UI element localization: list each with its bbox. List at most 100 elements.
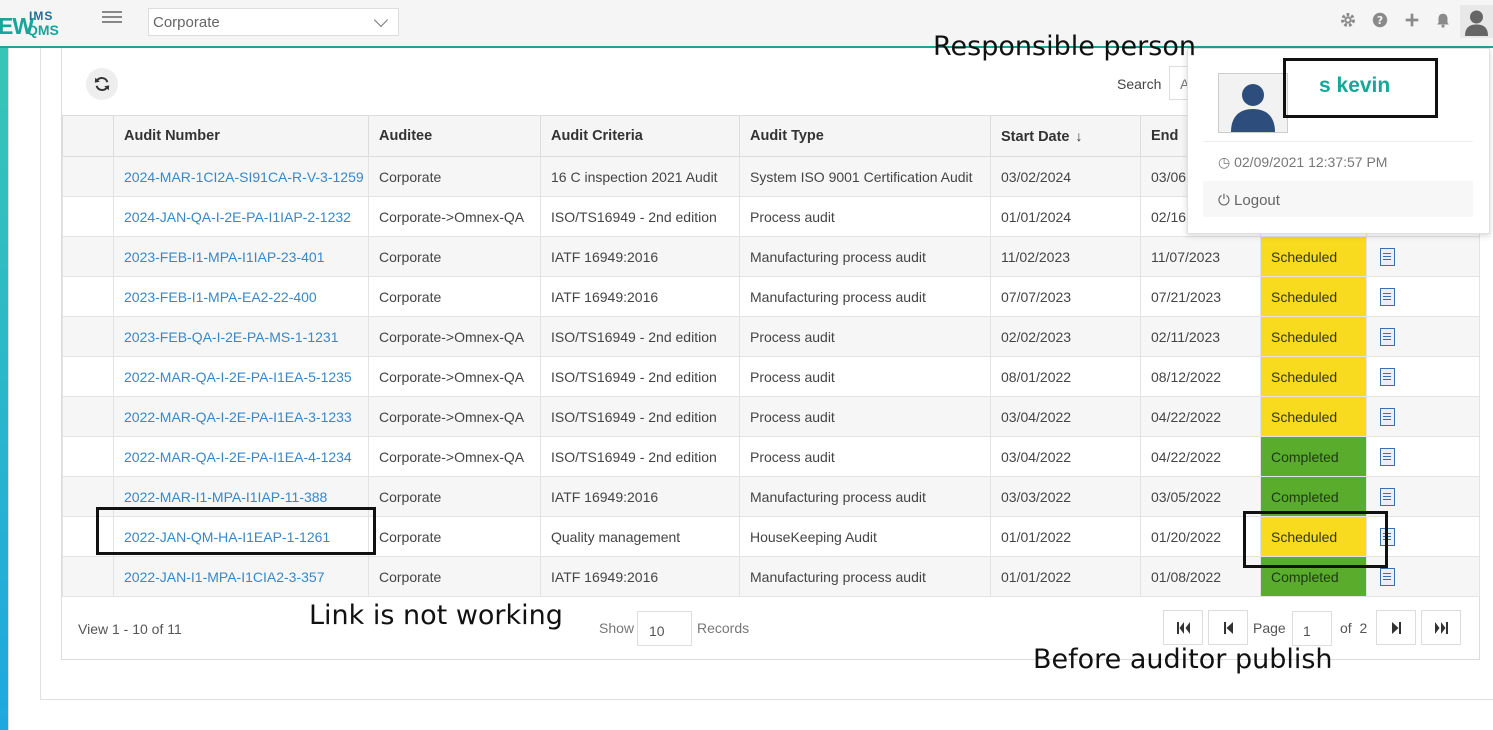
organization-select-value: Corporate bbox=[153, 14, 220, 31]
audit-type-cell: Manufacturing process audit bbox=[739, 476, 991, 517]
start-date-cell: 01/01/2022 bbox=[990, 556, 1141, 597]
audit-number-link[interactable]: 2022-JAN-I1-MPA-I1CIA2-3-357 bbox=[113, 556, 369, 597]
svg-text:?: ? bbox=[1377, 14, 1383, 27]
audit-number-link[interactable]: 2023-FEB-QA-I-2E-PA-MS-1-1231 bbox=[113, 316, 369, 357]
report-document-icon[interactable] bbox=[1380, 447, 1395, 466]
chevron-down-icon bbox=[373, 12, 389, 28]
audit-number-link[interactable]: 2022-MAR-QA-I-2E-PA-I1EA-5-1235 bbox=[113, 356, 369, 397]
organization-select[interactable]: Corporate bbox=[148, 8, 399, 36]
last-page-icon bbox=[1435, 622, 1448, 634]
first-page-button[interactable] bbox=[1163, 610, 1203, 645]
audit-criteria-cell: IATF 16949:2016 bbox=[540, 236, 740, 277]
annotation-box-link bbox=[96, 507, 376, 555]
actions-cell bbox=[1366, 436, 1480, 477]
end-date-cell: 04/22/2022 bbox=[1140, 436, 1261, 477]
page-label: Page bbox=[1253, 620, 1286, 636]
end-date-cell: 11/07/2023 bbox=[1140, 236, 1261, 277]
auditee-cell: Corporate bbox=[368, 236, 541, 277]
row-select-cell[interactable] bbox=[62, 396, 114, 437]
total-pages-label: of 2 bbox=[1340, 620, 1368, 636]
next-page-icon bbox=[1392, 622, 1401, 634]
end-date-cell: 07/21/2023 bbox=[1140, 276, 1261, 317]
next-page-button[interactable] bbox=[1376, 610, 1416, 645]
user-avatar-icon[interactable] bbox=[1460, 5, 1493, 38]
refresh-button[interactable] bbox=[86, 68, 118, 100]
report-document-icon[interactable] bbox=[1380, 407, 1395, 426]
audit-criteria-cell: ISO/TS16949 - 2nd edition bbox=[540, 316, 740, 357]
row-select-cell[interactable] bbox=[62, 236, 114, 277]
row-select-cell[interactable] bbox=[62, 316, 114, 357]
row-select-cell[interactable] bbox=[62, 156, 114, 197]
end-date-cell: 04/22/2022 bbox=[1140, 396, 1261, 437]
audit-type-cell: Process audit bbox=[739, 436, 991, 477]
column-header-audit-type[interactable]: Audit Type bbox=[739, 115, 991, 157]
report-document-icon[interactable] bbox=[1380, 567, 1395, 586]
plus-icon[interactable] bbox=[1403, 11, 1421, 29]
audit-number-link[interactable]: 2024-JAN-QA-I-2E-PA-I1IAP-2-1232 bbox=[113, 196, 369, 237]
start-date-cell: 01/01/2024 bbox=[990, 196, 1141, 237]
report-document-icon[interactable] bbox=[1380, 247, 1395, 266]
status-cell: Scheduled bbox=[1260, 236, 1367, 277]
auditee-cell: Corporate->Omnex-QA bbox=[368, 436, 541, 477]
page-number-input[interactable]: 1 bbox=[1292, 611, 1332, 646]
status-cell: Scheduled bbox=[1260, 276, 1367, 317]
audit-criteria-cell: ISO/TS16949 - 2nd edition bbox=[540, 396, 740, 437]
column-header-auditee[interactable]: Auditee bbox=[368, 115, 541, 157]
start-date-cell: 01/01/2022 bbox=[990, 516, 1141, 557]
status-cell: Scheduled bbox=[1260, 356, 1367, 397]
column-header-audit-criteria[interactable]: Audit Criteria bbox=[540, 115, 740, 157]
table-row: 2023-FEB-I1-MPA-EA2-22-400 Corporate IATF … bbox=[62, 276, 1480, 317]
audit-criteria-cell: IATF 16949:2016 bbox=[540, 556, 740, 597]
refresh-icon bbox=[94, 77, 110, 91]
row-select-cell[interactable] bbox=[62, 356, 114, 397]
audit-criteria-cell: ISO/TS16949 - 2nd edition bbox=[540, 196, 740, 237]
report-document-icon[interactable] bbox=[1380, 487, 1395, 506]
column-header-audit-number[interactable]: Audit Number bbox=[113, 115, 369, 157]
end-date-cell: 08/12/2022 bbox=[1140, 356, 1261, 397]
status-cell: Scheduled bbox=[1260, 396, 1367, 437]
bell-icon[interactable] bbox=[1434, 11, 1452, 29]
audit-number-link[interactable]: 2023-FEB-I1-MPA-I1IAP-23-401 bbox=[113, 236, 369, 277]
audit-number-link[interactable]: 2022-MAR-QA-I-2E-PA-I1EA-3-1233 bbox=[113, 396, 369, 437]
previous-page-button[interactable] bbox=[1208, 610, 1248, 645]
previous-page-icon bbox=[1224, 622, 1233, 634]
auditee-cell: Corporate bbox=[368, 556, 541, 597]
page-size-input[interactable]: 10 bbox=[637, 611, 692, 646]
audit-number-link[interactable]: 2023-FEB-I1-MPA-EA2-22-400 bbox=[113, 276, 369, 317]
power-icon: ⏻ bbox=[1218, 192, 1230, 209]
audit-type-cell: Manufacturing process audit bbox=[739, 556, 991, 597]
audit-number-link[interactable]: 2024-MAR-1CI2A-SI91CA-R-V-3-1259 bbox=[113, 156, 369, 197]
start-date-cell: 02/02/2023 bbox=[990, 316, 1141, 357]
auditee-cell: Corporate->Omnex-QA bbox=[368, 396, 541, 437]
status-cell: Completed bbox=[1260, 436, 1367, 477]
hamburger-menu-icon[interactable] bbox=[102, 8, 122, 26]
row-select-cell[interactable] bbox=[62, 556, 114, 597]
report-document-icon[interactable] bbox=[1380, 327, 1395, 346]
report-document-icon[interactable] bbox=[1380, 367, 1395, 386]
report-document-icon[interactable] bbox=[1380, 287, 1395, 306]
last-page-button[interactable] bbox=[1421, 610, 1461, 645]
column-header-start-date[interactable]: Start Date ↓ bbox=[990, 115, 1141, 157]
logout-button[interactable]: ⏻ Logout bbox=[1203, 181, 1473, 217]
help-icon[interactable]: ? bbox=[1371, 11, 1389, 29]
audit-criteria-cell: ISO/TS16949 - 2nd edition bbox=[540, 356, 740, 397]
actions-cell bbox=[1366, 276, 1480, 317]
table-row: 2023-FEB-QA-I-2E-PA-MS-1-1231 Corporate->… bbox=[62, 316, 1480, 357]
table-row: 2022-MAR-QA-I-2E-PA-I1EA-5-1235 Corporate… bbox=[62, 356, 1480, 397]
app-logo[interactable]: EW IMS QMS bbox=[0, 4, 70, 44]
left-accent-strip bbox=[0, 48, 8, 730]
top-bar: EW IMS QMS Corporate ? bbox=[0, 0, 1493, 48]
row-select-cell[interactable] bbox=[62, 196, 114, 237]
actions-cell bbox=[1366, 236, 1480, 277]
audit-criteria-cell: IATF 16949:2016 bbox=[540, 276, 740, 317]
gear-icon[interactable] bbox=[1339, 11, 1357, 29]
audit-type-cell: System ISO 9001 Certification Audit bbox=[739, 156, 991, 197]
start-date-cell: 07/07/2023 bbox=[990, 276, 1141, 317]
row-select-cell[interactable] bbox=[62, 436, 114, 477]
row-select-cell[interactable] bbox=[62, 276, 114, 317]
audit-number-link[interactable]: 2022-MAR-QA-I-2E-PA-I1EA-4-1234 bbox=[113, 436, 369, 477]
start-date-cell: 08/01/2022 bbox=[990, 356, 1141, 397]
annotation-link-not-working: Link is not working bbox=[309, 600, 563, 631]
start-date-cell: 03/04/2022 bbox=[990, 436, 1141, 477]
start-date-cell: 11/02/2023 bbox=[990, 236, 1141, 277]
